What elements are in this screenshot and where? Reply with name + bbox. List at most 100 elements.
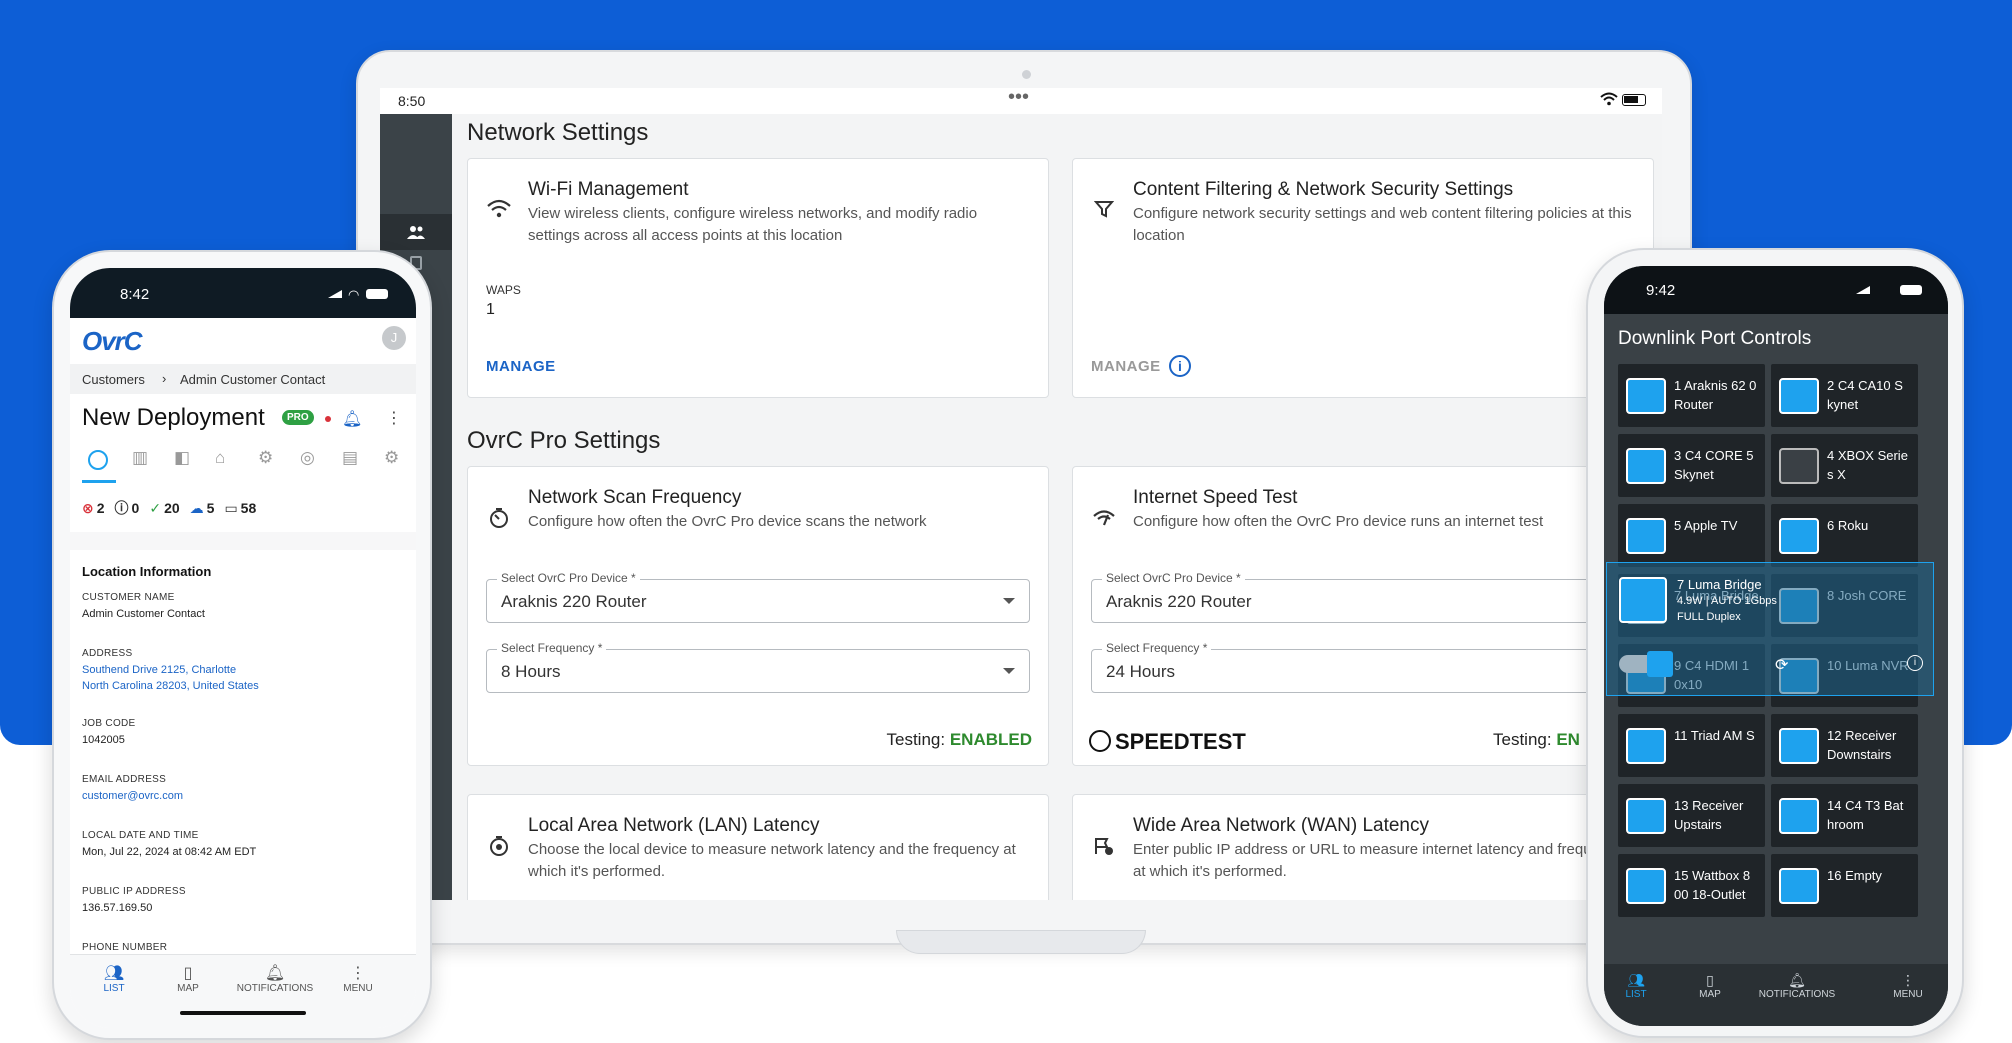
port-tile[interactable]: 2 C4 CA10 S kynet bbox=[1771, 364, 1918, 427]
layout-tab-icon[interactable]: ◧ bbox=[174, 448, 190, 468]
manage-button[interactable]: MANAGE bbox=[486, 358, 556, 375]
content-filtering-card[interactable]: Content Filtering & Network Security Set… bbox=[1072, 158, 1654, 398]
port-label: 2 C4 CA10 S kynet bbox=[1827, 378, 1903, 412]
ethernet-port-icon bbox=[1626, 728, 1666, 764]
port-tile[interactable]: 3 C4 CORE 5 Skynet bbox=[1618, 434, 1765, 497]
port-tile[interactable]: 12 Receiver Downstairs bbox=[1771, 714, 1918, 777]
port-tile[interactable]: 11 Triad AM S bbox=[1618, 714, 1765, 777]
nav-map[interactable]: ▯ MAP bbox=[168, 963, 208, 994]
testing-status: Testing: ENABLED bbox=[887, 730, 1033, 750]
nav-notifications[interactable]: 🔔︎ NOTIFICATIONS bbox=[230, 963, 320, 994]
server-tab-icon[interactable]: ⌂ bbox=[215, 448, 225, 468]
card-title: Network Scan Frequency bbox=[528, 487, 742, 508]
port-label: 16 Empty bbox=[1827, 868, 1882, 883]
port-detail-popup[interactable]: 7 Luma Bridge 4.9W | AUTO 1Gbps FULL Dup… bbox=[1606, 562, 1934, 696]
chevron-right-icon: › bbox=[162, 371, 167, 386]
nav-list[interactable]: 👥︎ LIST bbox=[1616, 972, 1656, 1000]
port-tile[interactable]: 13 Receiver Upstairs bbox=[1618, 784, 1765, 847]
active-tab-indicator bbox=[82, 480, 116, 483]
gear-tab-icon[interactable]: ⚙ bbox=[384, 448, 399, 468]
port-tile[interactable]: 14 C4 T3 Bat hroom bbox=[1771, 784, 1918, 847]
wan-latency-card[interactable]: Wide Area Network (WAN) Latency Enter pu… bbox=[1072, 794, 1654, 900]
port-label: 3 C4 CORE 5 Skynet bbox=[1674, 448, 1754, 482]
document-tab-icon[interactable]: ▤ bbox=[342, 448, 358, 468]
frequency-select[interactable]: Select Frequency * 24 Hours bbox=[1091, 641, 1651, 693]
email-link[interactable]: customer@ovrc.com bbox=[82, 790, 183, 802]
people-icon: 👥︎ bbox=[1627, 972, 1645, 988]
port-tile[interactable]: 4 XBOX Serie s X bbox=[1771, 434, 1918, 497]
wifi-status-icon bbox=[1600, 92, 1618, 109]
ethernet-port-icon bbox=[1779, 448, 1819, 484]
port-tile[interactable]: 16 Empty bbox=[1771, 854, 1918, 917]
speedtest-logo: SPEEDTEST bbox=[1089, 729, 1246, 755]
ethernet-port-icon bbox=[1779, 378, 1819, 414]
card-title: Wi-Fi Management bbox=[528, 179, 689, 200]
port-toggle[interactable] bbox=[1619, 651, 1673, 677]
settings-tab-icon[interactable]: ⚙ bbox=[258, 448, 273, 468]
pro-badge: PRO bbox=[282, 410, 314, 425]
wifi-management-card[interactable]: Wi-Fi Management View wireless clients, … bbox=[467, 158, 1049, 398]
port-tile[interactable]: 15 Wattbox 8 00 18-Outlet bbox=[1618, 854, 1765, 917]
kebab-menu-icon: ⋮ bbox=[350, 965, 366, 982]
dropdown-arrow-icon bbox=[1003, 668, 1015, 674]
sidebar-item-customers[interactable] bbox=[380, 214, 452, 250]
nav-menu[interactable]: ⋮ MENU bbox=[338, 963, 378, 994]
status-count[interactable]: ⊗ 2 bbox=[82, 500, 105, 517]
bell-icon: 🔔︎ bbox=[1788, 972, 1806, 988]
testing-label: Testing: bbox=[1493, 730, 1552, 749]
avatar[interactable]: J bbox=[382, 326, 406, 350]
device-select[interactable]: Select OvrC Pro Device * Araknis 220 Rou… bbox=[486, 571, 1030, 623]
multitask-dots[interactable]: ••• bbox=[1008, 88, 1029, 109]
ovrc-logo: OvrC bbox=[82, 326, 143, 356]
frequency-select[interactable]: Select Frequency * 8 Hours bbox=[486, 641, 1030, 693]
testing-enabled-value: ENABLED bbox=[949, 730, 1032, 749]
status-count[interactable]: ☁ 5 bbox=[190, 500, 215, 517]
timer-icon bbox=[486, 507, 512, 533]
status-count[interactable]: ▭ 58 bbox=[224, 500, 256, 517]
nav-list[interactable]: 👥︎ LIST bbox=[94, 963, 134, 994]
card-description: Choose the local device to measure netwo… bbox=[528, 841, 1016, 880]
devices-icon: ▭ bbox=[224, 499, 238, 516]
lan-latency-card[interactable]: Local Area Network (LAN) Latency Choose … bbox=[467, 794, 1049, 900]
waps-value: 1 bbox=[486, 301, 495, 318]
status-bar: 9:42 bbox=[1604, 266, 1948, 314]
people-icon bbox=[407, 226, 425, 239]
info-icon[interactable]: i bbox=[1169, 355, 1191, 377]
status-count[interactable]: ⓘ 0 bbox=[115, 498, 140, 518]
home-indicator bbox=[180, 1011, 306, 1015]
status-count[interactable]: ✓ 20 bbox=[149, 500, 179, 517]
breadcrumb: Customers › Admin Customer Contact bbox=[70, 364, 416, 394]
card-title: Internet Speed Test bbox=[1133, 487, 1298, 508]
dashboard-tab-icon[interactable] bbox=[88, 450, 108, 470]
breadcrumb-customers[interactable]: Customers bbox=[82, 372, 145, 387]
bell-icon[interactable]: 🔔︎ bbox=[342, 409, 362, 429]
field-label: JOB CODE bbox=[82, 718, 136, 729]
nav-menu[interactable]: ⋮ MENU bbox=[1888, 972, 1928, 1000]
internet-speed-test-card: Internet Speed Test Configure how often … bbox=[1072, 466, 1654, 766]
device-select[interactable]: Select OvrC Pro Device * Araknis 220 Rou… bbox=[1091, 571, 1651, 623]
popup-detail-line-2: FULL Duplex bbox=[1677, 611, 1741, 623]
cloud-icon: ☁ bbox=[189, 499, 204, 516]
ethernet-port-icon bbox=[1779, 868, 1819, 904]
kebab-menu-icon[interactable]: ⋮ bbox=[386, 408, 402, 428]
port-tile[interactable]: 6 Roku bbox=[1771, 504, 1918, 567]
info-icon[interactable]: i bbox=[1907, 655, 1923, 671]
status-bar: 8:50 ••• bbox=[380, 88, 1662, 114]
device-select-value: Araknis 220 Router bbox=[1106, 592, 1252, 611]
port-label: 12 Receiver Downstairs bbox=[1827, 728, 1897, 762]
nav-notifications[interactable]: 🔔︎ NOTIFICATIONS bbox=[1752, 972, 1842, 1000]
nav-map[interactable]: ▯ MAP bbox=[1690, 972, 1730, 1000]
address-line-1[interactable]: Southend Drive 2125, Charlotte bbox=[82, 664, 236, 676]
refresh-icon[interactable]: ⟳ bbox=[1775, 655, 1788, 675]
pro-settings-title: OvrC Pro Settings bbox=[467, 427, 661, 454]
address-line-2[interactable]: North Carolina 28203, United States bbox=[82, 680, 259, 692]
device-select-label: Select OvrC Pro Device * bbox=[497, 571, 640, 585]
ethernet-port-icon bbox=[1626, 518, 1666, 554]
chart-tab-icon[interactable]: ▥ bbox=[132, 448, 148, 468]
tablet-screen: 8:50 ••• Network Settings Wi-Fi Manageme… bbox=[380, 88, 1662, 900]
port-tile[interactable]: 1 Araknis 62 0 Router bbox=[1618, 364, 1765, 427]
frequency-select-value: 24 Hours bbox=[1106, 662, 1175, 681]
port-tile[interactable]: 5 Apple TV bbox=[1618, 504, 1765, 567]
network-tab-icon[interactable]: ◎ bbox=[300, 448, 315, 468]
breadcrumb-admin-contact[interactable]: Admin Customer Contact bbox=[180, 372, 325, 387]
